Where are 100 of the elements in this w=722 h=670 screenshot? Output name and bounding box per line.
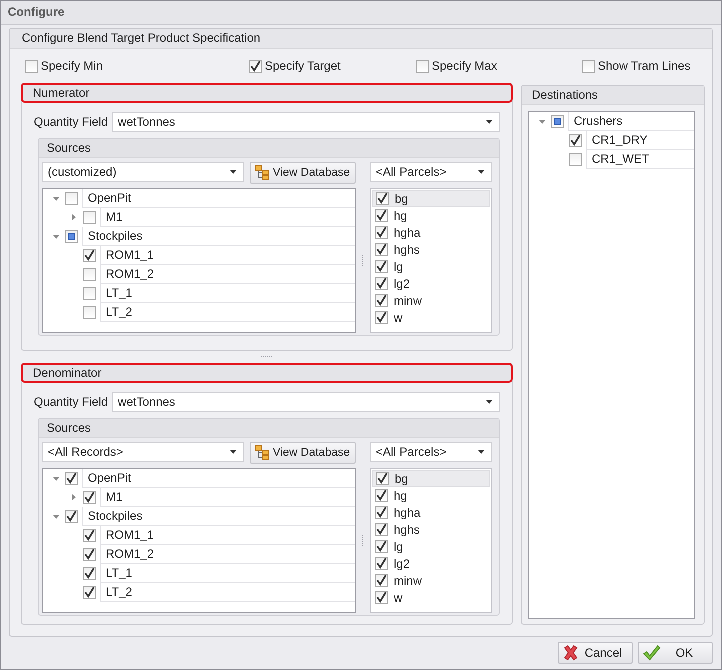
- check-icon: [643, 645, 661, 661]
- dropdown[interactable]: <All Parcels>: [370, 162, 492, 182]
- checkbox[interactable]: [376, 472, 389, 485]
- list-item[interactable]: bg: [372, 470, 490, 487]
- checkbox[interactable]: [375, 226, 388, 239]
- checkbox[interactable]: [83, 249, 96, 262]
- checkbox[interactable]: [375, 523, 388, 536]
- dropdown[interactable]: wetTonnes: [112, 112, 500, 132]
- list-item[interactable]: w: [372, 589, 490, 606]
- checkbox[interactable]: [375, 506, 388, 519]
- list-item[interactable]: hgha: [372, 224, 490, 241]
- checkbox[interactable]: [375, 591, 388, 604]
- tree-item[interactable]: ROM1_2: [100, 545, 355, 564]
- tree-item[interactable]: CR1_DRY: [586, 131, 694, 150]
- tree-item[interactable]: OpenPit: [82, 469, 355, 488]
- checkbox[interactable]: [375, 260, 388, 273]
- list-item[interactable]: hgha: [372, 504, 490, 521]
- tree-item[interactable]: LT_2: [100, 303, 355, 322]
- close-icon: [563, 645, 579, 661]
- hierarchy-icon: [255, 445, 269, 460]
- expand-arrow-icon[interactable]: [72, 494, 76, 501]
- checkbox-label[interactable]: Show Tram Lines: [598, 59, 691, 73]
- tree-item[interactable]: ROM1_1: [100, 246, 355, 265]
- list-item[interactable]: bg: [372, 190, 490, 207]
- expand-arrow-icon[interactable]: [72, 214, 76, 221]
- list-item-label: lg2: [394, 276, 410, 290]
- tree-item[interactable]: Stockpiles: [82, 507, 355, 526]
- collapse-arrow-icon[interactable]: [52, 476, 60, 480]
- checkbox[interactable]: [551, 115, 564, 128]
- checkbox[interactable]: [375, 557, 388, 570]
- list-item[interactable]: lg2: [372, 555, 490, 572]
- tree-item[interactable]: OpenPit: [82, 189, 355, 208]
- checkbox[interactable]: [83, 287, 96, 300]
- checkbox[interactable]: [375, 243, 388, 256]
- dropdown[interactable]: wetTonnes: [112, 392, 500, 412]
- checkbox[interactable]: [249, 60, 262, 72]
- dropdown[interactable]: <All Parcels>: [370, 442, 492, 462]
- list-item[interactable]: hghs: [372, 521, 490, 538]
- cancel-button[interactable]: Cancel: [558, 642, 633, 664]
- checkbox[interactable]: [83, 586, 96, 599]
- checkbox[interactable]: [375, 540, 388, 553]
- checkbox[interactable]: [375, 489, 388, 502]
- list-item[interactable]: hg: [372, 207, 490, 224]
- section-header: Numerator: [21, 83, 513, 103]
- list-item[interactable]: w: [372, 309, 490, 326]
- checkbox[interactable]: [83, 491, 96, 504]
- dropdown-arrow-icon: [486, 120, 493, 124]
- dropdown[interactable]: (customized): [42, 162, 244, 182]
- collapse-arrow-icon[interactable]: [538, 120, 546, 124]
- checkbox[interactable]: [375, 311, 388, 324]
- list-item[interactable]: minw: [372, 572, 490, 589]
- tree-item[interactable]: M1: [100, 208, 355, 227]
- checkbox[interactable]: [375, 209, 388, 222]
- group-header: Sources: [39, 419, 499, 438]
- checkbox[interactable]: [83, 548, 96, 561]
- checkbox[interactable]: [375, 277, 388, 290]
- tree-item[interactable]: CR1_WET: [586, 150, 694, 169]
- checkbox[interactable]: [569, 134, 582, 147]
- checkbox[interactable]: [83, 306, 96, 319]
- view-database-button[interactable]: View Database: [250, 442, 356, 464]
- list-item[interactable]: lg2: [372, 275, 490, 292]
- dropdown-arrow-icon: [230, 170, 237, 174]
- checkbox[interactable]: [416, 60, 429, 72]
- collapse-arrow-icon[interactable]: [52, 234, 60, 238]
- tree-item[interactable]: ROM1_2: [100, 265, 355, 284]
- checkbox-label[interactable]: Specify Target: [265, 59, 341, 73]
- checkbox-label[interactable]: Specify Min: [41, 59, 104, 73]
- list-item[interactable]: hg: [372, 487, 490, 504]
- list-item[interactable]: minw: [372, 292, 490, 309]
- list-item[interactable]: lg: [372, 258, 490, 275]
- checkbox[interactable]: [65, 230, 78, 243]
- list-item-label: w: [394, 590, 403, 604]
- checkbox[interactable]: [25, 60, 38, 72]
- tree-item[interactable]: Crushers: [568, 112, 694, 131]
- tree-item[interactable]: ROM1_1: [100, 526, 355, 545]
- collapse-arrow-icon[interactable]: [52, 196, 60, 200]
- tree-item[interactable]: LT_2: [100, 583, 355, 602]
- checkbox[interactable]: [582, 60, 595, 72]
- checkbox[interactable]: [375, 294, 388, 307]
- checkbox[interactable]: [83, 268, 96, 281]
- list-item[interactable]: lg: [372, 538, 490, 555]
- list-item[interactable]: hghs: [372, 241, 490, 258]
- checkbox[interactable]: [375, 574, 388, 587]
- checkbox[interactable]: [83, 529, 96, 542]
- tree-item[interactable]: LT_1: [100, 564, 355, 583]
- view-database-button[interactable]: View Database: [250, 162, 356, 184]
- checkbox[interactable]: [65, 510, 78, 523]
- checkbox[interactable]: [83, 211, 96, 224]
- collapse-arrow-icon[interactable]: [52, 514, 60, 518]
- checkbox-label[interactable]: Specify Max: [432, 59, 498, 73]
- checkbox[interactable]: [569, 153, 582, 166]
- checkbox[interactable]: [65, 192, 78, 205]
- ok-button[interactable]: OK: [638, 642, 713, 664]
- checkbox[interactable]: [83, 567, 96, 580]
- tree-item[interactable]: LT_1: [100, 284, 355, 303]
- checkbox[interactable]: [376, 192, 389, 205]
- checkbox[interactable]: [65, 472, 78, 485]
- dropdown[interactable]: <All Records>: [42, 442, 244, 462]
- tree-item[interactable]: Stockpiles: [82, 227, 355, 246]
- tree-item[interactable]: M1: [100, 488, 355, 507]
